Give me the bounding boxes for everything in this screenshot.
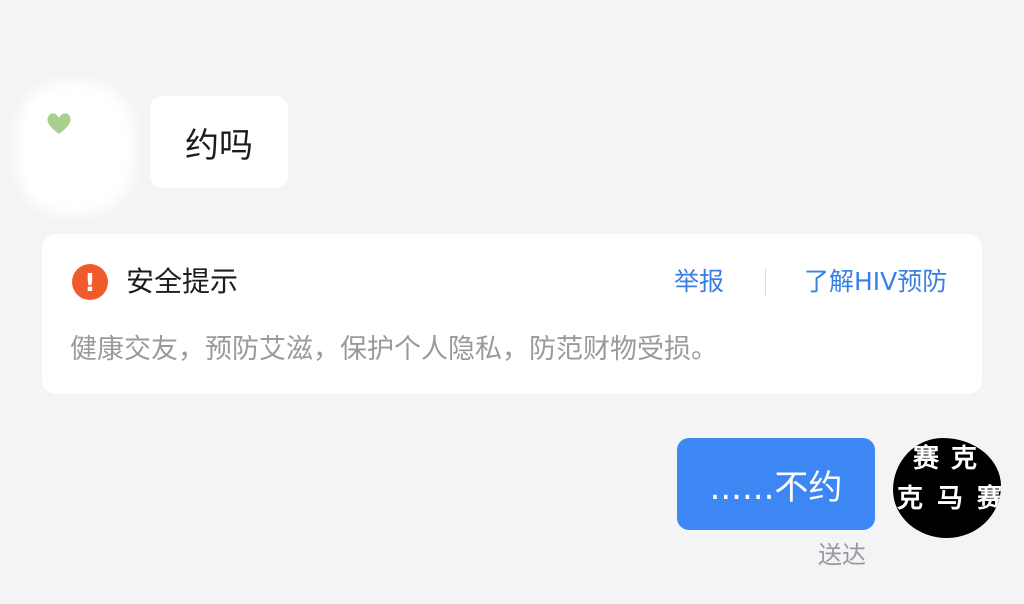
incoming-message-text: 约吗 xyxy=(185,125,253,166)
report-link[interactable]: 举报 xyxy=(674,264,724,300)
safety-notice-card: ! 安全提示 举报 了解HIV预防 健康交友，预防艾滋，保护个人隐私，防范财物受… xyxy=(42,234,982,394)
incoming-message-bubble[interactable]: 约吗 xyxy=(150,96,288,188)
safety-notice-body: 健康交友，预防艾滋，保护个人隐私，防范财物受损。 xyxy=(70,334,718,365)
link-divider xyxy=(765,268,766,296)
safety-notice-title: 安全提示 xyxy=(126,265,239,298)
avatar-glyph: 赛 xyxy=(913,444,940,474)
avatar-glyph: 克 xyxy=(897,484,924,514)
contact-avatar[interactable] xyxy=(26,92,124,204)
green-heart-icon xyxy=(47,113,71,134)
avatar-glyph: 赛 xyxy=(977,484,1001,514)
exclamation-icon: ! xyxy=(72,264,108,300)
outgoing-message-bubble[interactable]: ......不约 xyxy=(677,438,875,530)
avatar-glyph: 克 xyxy=(951,444,978,474)
avatar-glyph: 马 xyxy=(937,484,964,514)
user-avatar[interactable]: 赛 克 克 马 赛 xyxy=(893,438,1001,538)
delivery-status: 送达 xyxy=(818,541,866,569)
outgoing-message-text: ......不约 xyxy=(709,467,843,508)
learn-hiv-prevention-link[interactable]: 了解HIV预防 xyxy=(804,264,947,300)
